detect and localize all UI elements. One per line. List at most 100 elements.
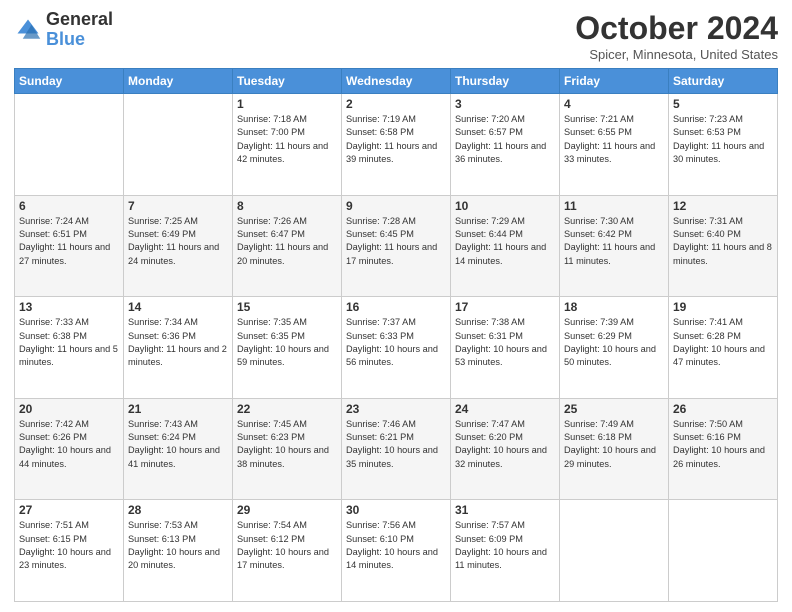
calendar-title: October 2024 [575,10,778,47]
day-number: 30 [346,503,446,517]
logo-blue-text: Blue [46,30,113,50]
day-info: Sunrise: 7:23 AM Sunset: 6:53 PM Dayligh… [673,113,773,166]
header-friday: Friday [560,69,669,94]
day-info: Sunrise: 7:51 AM Sunset: 6:15 PM Dayligh… [19,519,119,572]
calendar-cell-w1-d4: 2 Sunrise: 7:19 AM Sunset: 6:58 PM Daylig… [342,94,451,196]
day-number: 12 [673,199,773,213]
weekday-header-row: Sunday Monday Tuesday Wednesday Thursday… [15,69,778,94]
day-info: Sunrise: 7:39 AM Sunset: 6:29 PM Dayligh… [564,316,664,369]
day-number: 10 [455,199,555,213]
day-info: Sunrise: 7:38 AM Sunset: 6:31 PM Dayligh… [455,316,555,369]
day-number: 14 [128,300,228,314]
calendar-cell-w4-d7: 26 Sunrise: 7:50 AM Sunset: 6:16 PM Dayli… [669,398,778,500]
day-info: Sunrise: 7:26 AM Sunset: 6:47 PM Dayligh… [237,215,337,268]
header-wednesday: Wednesday [342,69,451,94]
day-number: 17 [455,300,555,314]
day-info: Sunrise: 7:42 AM Sunset: 6:26 PM Dayligh… [19,418,119,471]
day-number: 29 [237,503,337,517]
day-info: Sunrise: 7:18 AM Sunset: 7:00 PM Dayligh… [237,113,337,166]
week-row-2: 6 Sunrise: 7:24 AM Sunset: 6:51 PM Daylig… [15,195,778,297]
calendar-cell-w5-d6 [560,500,669,602]
calendar-cell-w1-d6: 4Sunrise: 7:21 AM Sunset: 6:55 PM Daylig… [560,94,669,196]
calendar-cell-w1-d5: 3 Sunrise: 7:20 AM Sunset: 6:57 PM Daylig… [451,94,560,196]
calendar-cell-w5-d1: 27 Sunrise: 7:51 AM Sunset: 6:15 PM Dayli… [15,500,124,602]
calendar-table: Sunday Monday Tuesday Wednesday Thursday… [14,68,778,602]
logo-general-text: General [46,10,113,30]
calendar-cell-w3-d4: 16 Sunrise: 7:37 AM Sunset: 6:33 PM Dayli… [342,297,451,399]
calendar-cell-w3-d1: 13Sunrise: 7:33 AM Sunset: 6:38 PM Dayli… [15,297,124,399]
calendar-cell-w2-d3: 8Sunrise: 7:26 AM Sunset: 6:47 PM Daylig… [233,195,342,297]
calendar-cell-w4-d2: 21 Sunrise: 7:43 AM Sunset: 6:24 PM Dayli… [124,398,233,500]
calendar-location: Spicer, Minnesota, United States [575,47,778,62]
day-number: 19 [673,300,773,314]
calendar-cell-w1-d1 [15,94,124,196]
day-number: 21 [128,402,228,416]
day-info: Sunrise: 7:50 AM Sunset: 6:16 PM Dayligh… [673,418,773,471]
day-info: Sunrise: 7:54 AM Sunset: 6:12 PM Dayligh… [237,519,337,572]
day-number: 23 [346,402,446,416]
week-row-5: 27 Sunrise: 7:51 AM Sunset: 6:15 PM Dayli… [15,500,778,602]
day-info: Sunrise: 7:57 AM Sunset: 6:09 PM Dayligh… [455,519,555,572]
day-info: Sunrise: 7:25 AM Sunset: 6:49 PM Dayligh… [128,215,228,268]
day-info: Sunrise: 7:56 AM Sunset: 6:10 PM Dayligh… [346,519,446,572]
day-info: Sunrise: 7:30 AM Sunset: 6:42 PM Dayligh… [564,215,664,268]
calendar-cell-w2-d2: 7Sunrise: 7:25 AM Sunset: 6:49 PM Daylig… [124,195,233,297]
day-info: Sunrise: 7:35 AM Sunset: 6:35 PM Dayligh… [237,316,337,369]
week-row-1: 1 Sunrise: 7:18 AM Sunset: 7:00 PM Daylig… [15,94,778,196]
header-tuesday: Tuesday [233,69,342,94]
day-info: Sunrise: 7:20 AM Sunset: 6:57 PM Dayligh… [455,113,555,166]
calendar-cell-w5-d3: 29 Sunrise: 7:54 AM Sunset: 6:12 PM Dayli… [233,500,342,602]
day-info: Sunrise: 7:47 AM Sunset: 6:20 PM Dayligh… [455,418,555,471]
calendar-cell-w1-d2 [124,94,233,196]
calendar-cell-w5-d2: 28 Sunrise: 7:53 AM Sunset: 6:13 PM Dayli… [124,500,233,602]
day-info: Sunrise: 7:19 AM Sunset: 6:58 PM Dayligh… [346,113,446,166]
day-number: 26 [673,402,773,416]
page: General Blue October 2024 Spicer, Minnes… [0,0,792,612]
calendar-cell-w2-d4: 9 Sunrise: 7:28 AM Sunset: 6:45 PM Daylig… [342,195,451,297]
logo-icon [14,16,42,44]
day-info: Sunrise: 7:53 AM Sunset: 6:13 PM Dayligh… [128,519,228,572]
day-number: 20 [19,402,119,416]
calendar-cell-w4-d4: 23 Sunrise: 7:46 AM Sunset: 6:21 PM Dayli… [342,398,451,500]
day-info: Sunrise: 7:24 AM Sunset: 6:51 PM Dayligh… [19,215,119,268]
day-info: Sunrise: 7:49 AM Sunset: 6:18 PM Dayligh… [564,418,664,471]
day-number: 31 [455,503,555,517]
calendar-cell-w4-d1: 20 Sunrise: 7:42 AM Sunset: 6:26 PM Dayli… [15,398,124,500]
header: General Blue October 2024 Spicer, Minnes… [14,10,778,62]
header-monday: Monday [124,69,233,94]
day-number: 3 [455,97,555,111]
week-row-3: 13Sunrise: 7:33 AM Sunset: 6:38 PM Dayli… [15,297,778,399]
day-number: 6 [19,199,119,213]
day-number: 25 [564,402,664,416]
day-info: Sunrise: 7:29 AM Sunset: 6:44 PM Dayligh… [455,215,555,268]
day-number: 2 [346,97,446,111]
day-number: 16 [346,300,446,314]
day-info: Sunrise: 7:37 AM Sunset: 6:33 PM Dayligh… [346,316,446,369]
day-info: Sunrise: 7:33 AM Sunset: 6:38 PM Dayligh… [19,316,119,369]
day-info: Sunrise: 7:43 AM Sunset: 6:24 PM Dayligh… [128,418,228,471]
day-info: Sunrise: 7:45 AM Sunset: 6:23 PM Dayligh… [237,418,337,471]
day-number: 27 [19,503,119,517]
calendar-cell-w3-d3: 15 Sunrise: 7:35 AM Sunset: 6:35 PM Dayli… [233,297,342,399]
day-number: 28 [128,503,228,517]
day-number: 11 [564,199,664,213]
day-info: Sunrise: 7:41 AM Sunset: 6:28 PM Dayligh… [673,316,773,369]
day-info: Sunrise: 7:31 AM Sunset: 6:40 PM Dayligh… [673,215,773,268]
day-number: 4 [564,97,664,111]
calendar-cell-w1-d7: 5Sunrise: 7:23 AM Sunset: 6:53 PM Daylig… [669,94,778,196]
calendar-cell-w3-d7: 19 Sunrise: 7:41 AM Sunset: 6:28 PM Dayli… [669,297,778,399]
day-info: Sunrise: 7:34 AM Sunset: 6:36 PM Dayligh… [128,316,228,369]
calendar-cell-w4-d3: 22Sunrise: 7:45 AM Sunset: 6:23 PM Dayli… [233,398,342,500]
day-number: 18 [564,300,664,314]
calendar-cell-w5-d5: 31 Sunrise: 7:57 AM Sunset: 6:09 PM Dayli… [451,500,560,602]
day-number: 9 [346,199,446,213]
day-info: Sunrise: 7:46 AM Sunset: 6:21 PM Dayligh… [346,418,446,471]
week-row-4: 20 Sunrise: 7:42 AM Sunset: 6:26 PM Dayli… [15,398,778,500]
header-saturday: Saturday [669,69,778,94]
day-number: 1 [237,97,337,111]
day-number: 15 [237,300,337,314]
header-thursday: Thursday [451,69,560,94]
calendar-cell-w2-d1: 6 Sunrise: 7:24 AM Sunset: 6:51 PM Daylig… [15,195,124,297]
calendar-cell-w2-d7: 12 Sunrise: 7:31 AM Sunset: 6:40 PM Dayli… [669,195,778,297]
day-info: Sunrise: 7:28 AM Sunset: 6:45 PM Dayligh… [346,215,446,268]
